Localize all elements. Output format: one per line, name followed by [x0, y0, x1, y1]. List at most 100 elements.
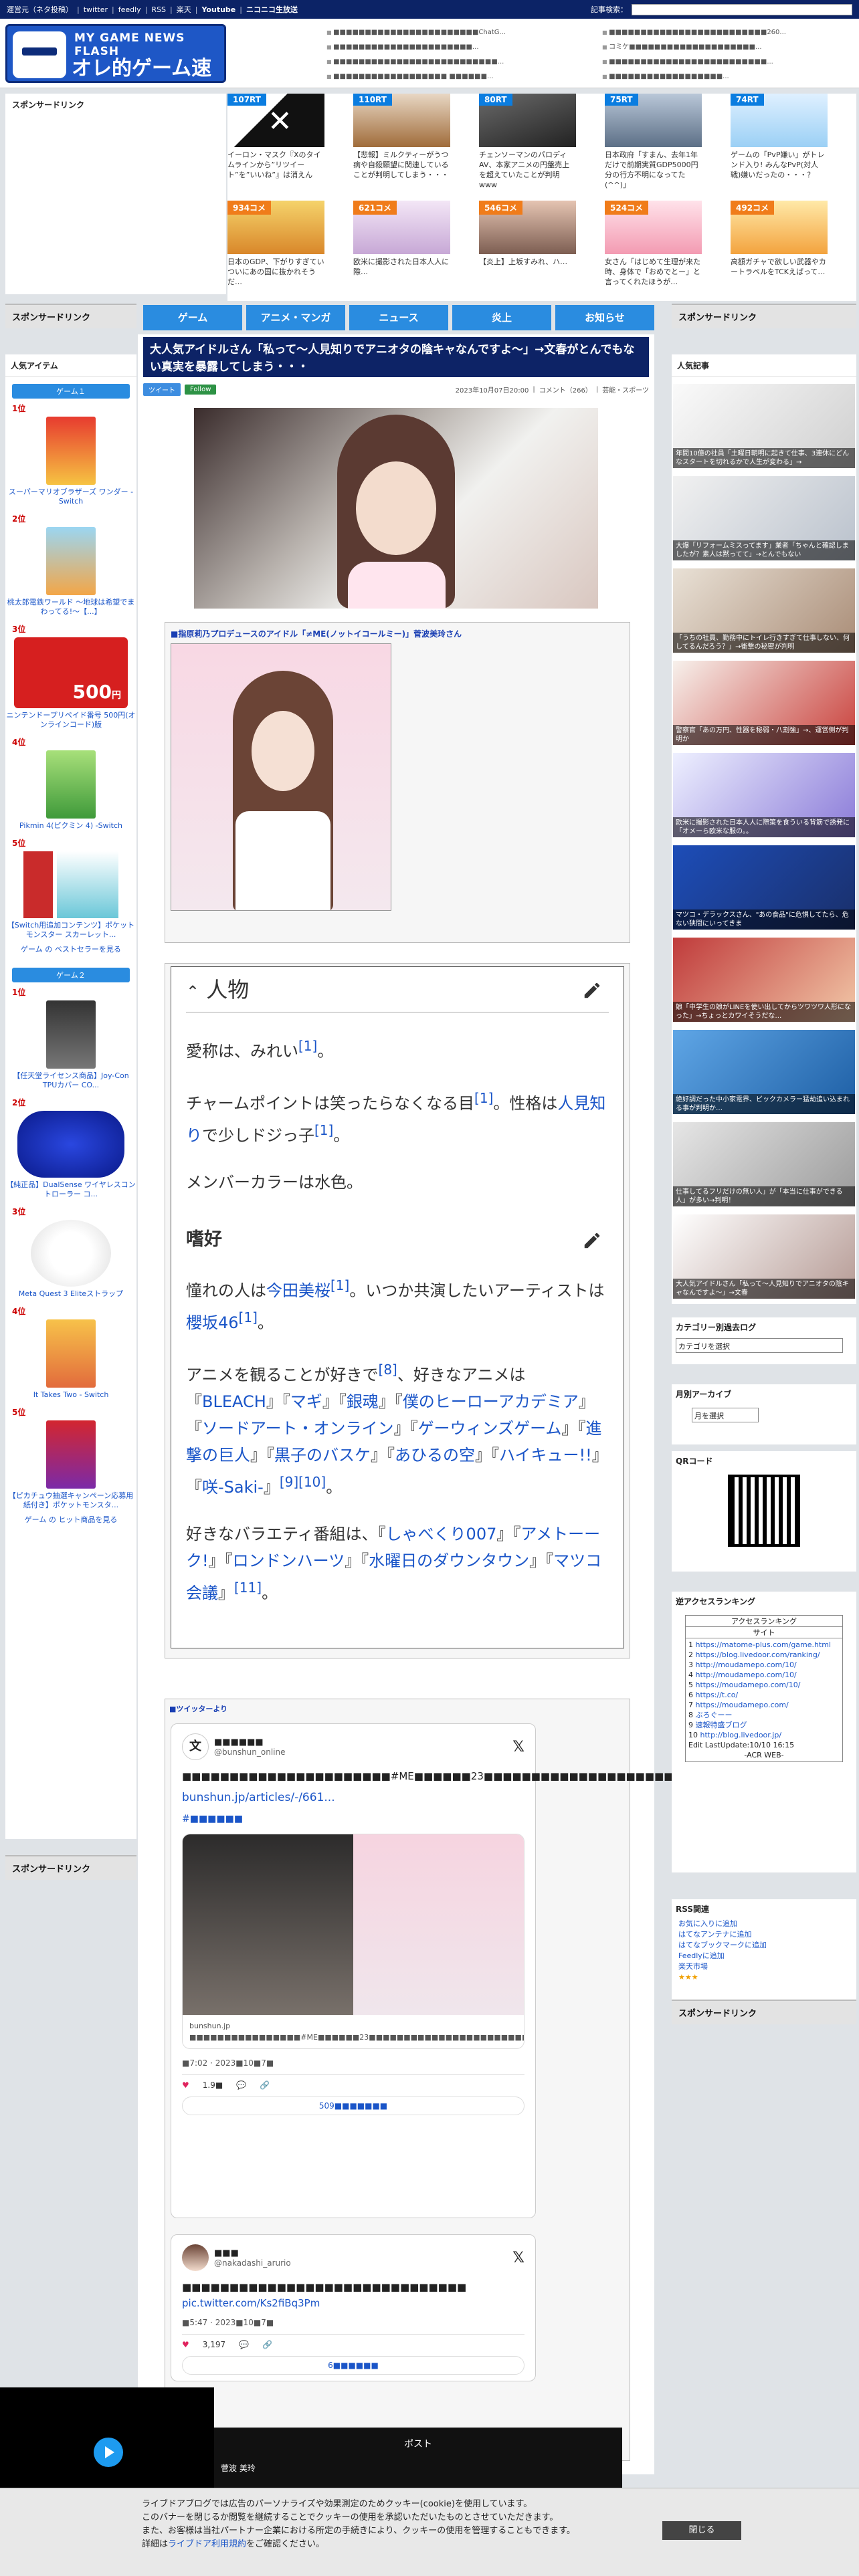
product-image[interactable] — [46, 1420, 96, 1489]
access-rank-link[interactable]: http://blog.livedoor.jp/ — [700, 1731, 782, 1739]
article-comments[interactable]: コメント（266） — [539, 385, 592, 395]
access-rank-link[interactable]: http://moudamepo.com/10/ — [696, 1660, 797, 1669]
product-image[interactable] — [46, 1319, 96, 1388]
header-link[interactable]: ■■■■■■■■■■■■■■■■■■■■■■■■■■... — [326, 55, 506, 70]
follow-button[interactable]: Follow — [185, 384, 217, 395]
tab-news[interactable]: ニュース — [349, 305, 448, 330]
trending-card[interactable]: 621コメ 欧米に撮影された日本人人に際… — [353, 201, 450, 277]
wiki-link[interactable]: あひるの空 — [395, 1446, 475, 1465]
wiki-link[interactable]: しゃべくり007 — [386, 1525, 497, 1543]
access-rank-link[interactable]: https://blog.livedoor.com/ranking/ — [696, 1650, 820, 1659]
access-rank-link[interactable]: https://moudamepo.com/10/ — [696, 1681, 801, 1689]
wiki-link[interactable]: 水曜日のダウンタウン — [369, 1551, 529, 1570]
popular-article-card[interactable]: 大人気アイドルさん「私って〜人見知りでアニオタの陰キャなんですよ〜」→文春 — [673, 1214, 855, 1299]
wiki-link[interactable]: ゲーウィンズゲーム — [418, 1419, 562, 1438]
wiki-link[interactable]: 咲-Saki- — [202, 1478, 264, 1497]
header-link[interactable]: コミケ■■■■■■■■■■■■■■■■■■■■... — [602, 40, 786, 55]
tab-info[interactable]: お知らせ — [555, 305, 654, 330]
tweet-handle[interactable]: @nakadashi_arurio — [214, 2258, 291, 2268]
product-link[interactable]: ニンテンドープリペイド番号 500円(オンラインコード)版 — [5, 711, 136, 730]
product-link[interactable]: Pikmin 4(ピクミン 4) -Switch — [5, 821, 136, 831]
popular-article-card[interactable]: 大爆「リフォームミスってます」業者「ちゃんと確認しましたが？素人は黙ってて」→と… — [673, 476, 855, 560]
trending-card[interactable]: 524コメ 女さん「はじめて生理が来た時、身体で「おめでとー」と言ってくれたほう… — [605, 201, 702, 287]
tab-enjou[interactable]: 炎上 — [452, 305, 551, 330]
nav-link-0[interactable]: 運営元（ネタ投稿） — [7, 4, 73, 15]
product-link[interactable]: Meta Quest 3 Eliteストラップ — [5, 1289, 136, 1299]
product-image[interactable] — [21, 851, 121, 918]
avatar[interactable] — [182, 2244, 209, 2271]
trending-card[interactable]: 75RT 日本政府「すまん、去年1年だけで前期実質GDP5000円分の行方不明に… — [605, 94, 702, 190]
header-link[interactable]: ■■■■■■■■■■■■■■■■■■■■■■■ChatG... — [326, 25, 506, 40]
tweet-button[interactable]: ツイート — [143, 383, 181, 396]
product-link[interactable]: 【任天堂ライセンス商品】Joy-Con TPUカバー CO... — [5, 1071, 136, 1090]
product-image[interactable] — [46, 750, 96, 819]
product-image[interactable] — [31, 1220, 111, 1287]
reply-icon[interactable]: 💬 — [236, 2080, 246, 2090]
nav-link-feedly[interactable]: feedly — [118, 5, 141, 14]
wiki-link[interactable]: BLEACH — [202, 1392, 266, 1411]
wiki-link[interactable]: マギ — [290, 1392, 322, 1411]
x-logo-icon[interactable]: 𝕏 — [512, 2250, 524, 2266]
nav-link-twitter[interactable]: twitter — [84, 5, 108, 14]
popular-article-card[interactable]: 娘「中学生の娘がLINEを使い出してからツワツワ人形になった」→ちょっとカワイそ… — [673, 938, 855, 1022]
tab-game[interactable]: ゲーム — [143, 305, 242, 330]
product-link[interactable]: 【Switch用追加コンテンツ】ポケットモンスター スカーレット... — [5, 921, 136, 940]
trending-card[interactable]: 546コメ 【炎上】上坂すみれ、ハ… — [479, 201, 576, 267]
trending-card[interactable]: 110RT 【悲報】ミルクティーがうつ病や自殺願望に関連していることが判明してし… — [353, 94, 450, 180]
tweet-hashtag[interactable]: #■■■■■■ — [182, 1814, 524, 1824]
access-rank-link[interactable]: https://matome-plus.com/game.html — [696, 1640, 832, 1649]
trending-card[interactable]: 80RT チェンソーマンのパロディAV、本家アニメの円盤売上を超えていたことが判… — [479, 94, 576, 190]
tab-anime-manga[interactable]: アニメ・マンガ — [246, 305, 345, 330]
header-link[interactable]: ■■■■■■■■■■■■■■■■■■■■■■... — [326, 40, 506, 55]
access-ranking-credit[interactable]: -ACR WEB- — [688, 1750, 840, 1760]
trending-card[interactable]: 107RT ✕ イーロン・マスク『Xのタイムラインから”リツイート”を”いいね”』… — [227, 94, 324, 180]
trending-card[interactable]: 934コメ 日本のGDP、下がりすぎていついにあの国に抜かれそうだ… — [227, 201, 324, 287]
category-select[interactable]: カテゴリを選択 — [676, 1338, 843, 1353]
share-icon[interactable]: 🔗 — [260, 2080, 270, 2090]
hit-items-link[interactable]: ゲーム の ヒット商品を見る — [5, 1514, 136, 1525]
share-icon[interactable]: 🔗 — [262, 2340, 272, 2349]
wiki-link[interactable]: ソードアート・オンライン — [202, 1419, 394, 1438]
site-logo[interactable]: MY GAME NEWS FLASH オレ的ゲーム速報@JIN — [5, 24, 226, 83]
x-logo-icon[interactable]: 𝕏 — [512, 1739, 524, 1755]
product-image[interactable] — [17, 1111, 124, 1178]
header-link[interactable]: ■■■■■■■■■■■■■■■■■■■■■■■■■... — [602, 55, 786, 70]
product-image[interactable] — [46, 527, 96, 595]
popular-article-card[interactable]: 年間10億の社員「土曜日朝明に起きて仕事、3連休にどんなスタートを切れるかで人生… — [673, 384, 855, 468]
tweet-time[interactable]: ■5:47 · 2023■10■7■ — [182, 2318, 524, 2335]
nav-link-niconico[interactable]: ニコニコ生放送 — [246, 4, 298, 15]
wiki-link[interactable]: ハイキュー!! — [499, 1446, 592, 1465]
tweet-name[interactable]: ■■■ — [214, 2248, 291, 2258]
popular-article-card[interactable]: 欧米に撮影された日本人人に際策を食ういる背筋で誘発に「オメーら欧米な服の。。 — [673, 753, 855, 837]
cookie-close-button[interactable]: 閉じる — [662, 2521, 741, 2540]
product-image[interactable]: 500円 — [14, 637, 128, 708]
nav-link-youtube[interactable]: Youtube — [201, 5, 235, 14]
wiki-link[interactable]: ロンドンハーツ — [233, 1551, 345, 1570]
popular-article-card[interactable]: マツコ・デラックスさん、"あの食品"に危惧してたら、危ない狭間にいってきま — [673, 845, 855, 930]
video-player[interactable] — [0, 2387, 214, 2488]
access-rank-link[interactable]: https://t.co/ — [696, 1691, 739, 1699]
post-author[interactable]: 菅波 美玲 — [214, 2450, 622, 2474]
product-link[interactable]: It Takes Two - Switch — [5, 1390, 136, 1400]
trending-card[interactable]: 492コメ 高額ガチャで欲しい武器やカートラベルをTCKえばって… — [731, 201, 828, 277]
tweet-handle[interactable]: @bunshun_online — [214, 1747, 286, 1757]
bestseller-link[interactable]: ゲーム の ベストセラーを見る — [5, 944, 136, 954]
wiki-heading-person[interactable]: ⌃ 人物 — [186, 976, 609, 1012]
rss-link[interactable]: はてなアンテナに追加 — [678, 1930, 752, 1939]
access-rank-link[interactable]: ぶろぐーー — [696, 1711, 733, 1719]
tweet-time[interactable]: ■7:02 · 2023■10■7■ — [182, 2058, 524, 2075]
embedded-tweet[interactable]: ■■■ @nakadashi_arurio 𝕏 ■■■■■■■■■■■■■■■■… — [171, 2234, 536, 2381]
header-link[interactable]: ■■■■■■■■■■■■■■■■■■... — [602, 70, 786, 84]
nav-link-rss[interactable]: RSS — [151, 5, 166, 14]
tweet-pic-link[interactable]: pic.twitter.com/Ks2fiBq3Pm — [182, 2297, 320, 2309]
access-rank-link[interactable]: 速報特盛ブログ — [696, 1721, 747, 1729]
wiki-link[interactable]: 今田美桜 — [266, 1281, 330, 1300]
product-image[interactable] — [46, 1000, 96, 1069]
rss-link[interactable]: 楽天市場 — [678, 1962, 708, 1971]
popular-article-card[interactable]: 警察官「あの万円、性器を秘弱・八割強」→、運営側が判明か — [673, 661, 855, 745]
access-rank-link[interactable]: http://moudamepo.com/10/ — [696, 1671, 797, 1679]
rss-link[interactable]: Feedlyに追加 — [678, 1951, 725, 1960]
tweet-link[interactable]: bunshun.jp/articles/-/661... — [182, 1791, 524, 1804]
wiki-link[interactable]: 黒子のバスケ — [274, 1446, 371, 1465]
month-select[interactable]: 月を選択 — [692, 1408, 759, 1422]
